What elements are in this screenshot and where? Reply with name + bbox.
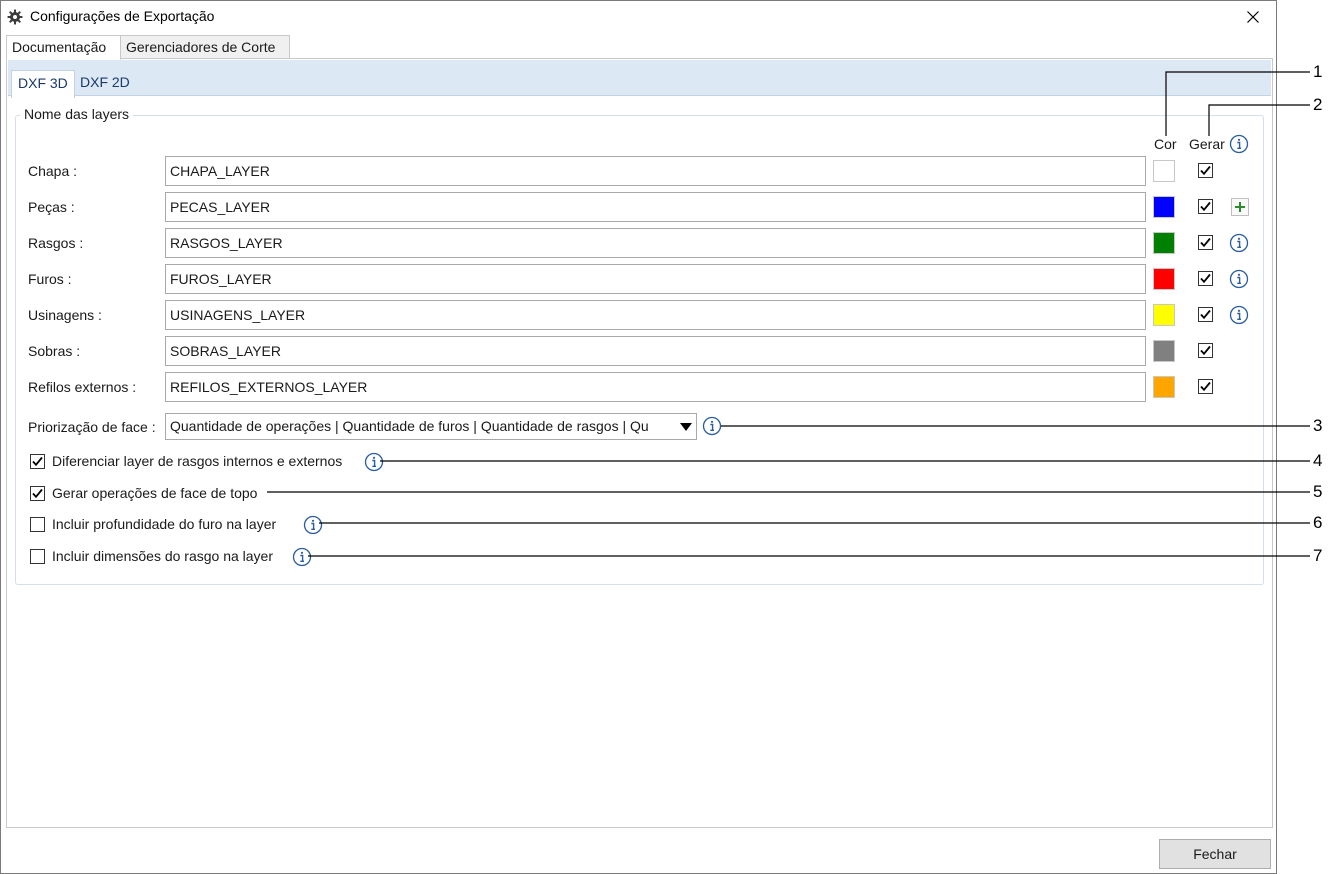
callout-line-2 <box>1208 104 1310 136</box>
callout-number-6: 6 <box>1313 513 1323 532</box>
tab-documentacao[interactable]: Documentação <box>6 35 121 60</box>
callout-number-1: 1 <box>1313 62 1323 81</box>
callout-number-2: 2 <box>1313 95 1323 114</box>
callout-number-5: 5 <box>1313 482 1323 501</box>
callout-lines <box>267 71 1310 557</box>
callout-line-1 <box>1165 71 1310 136</box>
callout-number-4: 4 <box>1313 451 1323 470</box>
callout-number-7: 7 <box>1313 546 1323 565</box>
callout-number-3: 3 <box>1313 416 1323 435</box>
